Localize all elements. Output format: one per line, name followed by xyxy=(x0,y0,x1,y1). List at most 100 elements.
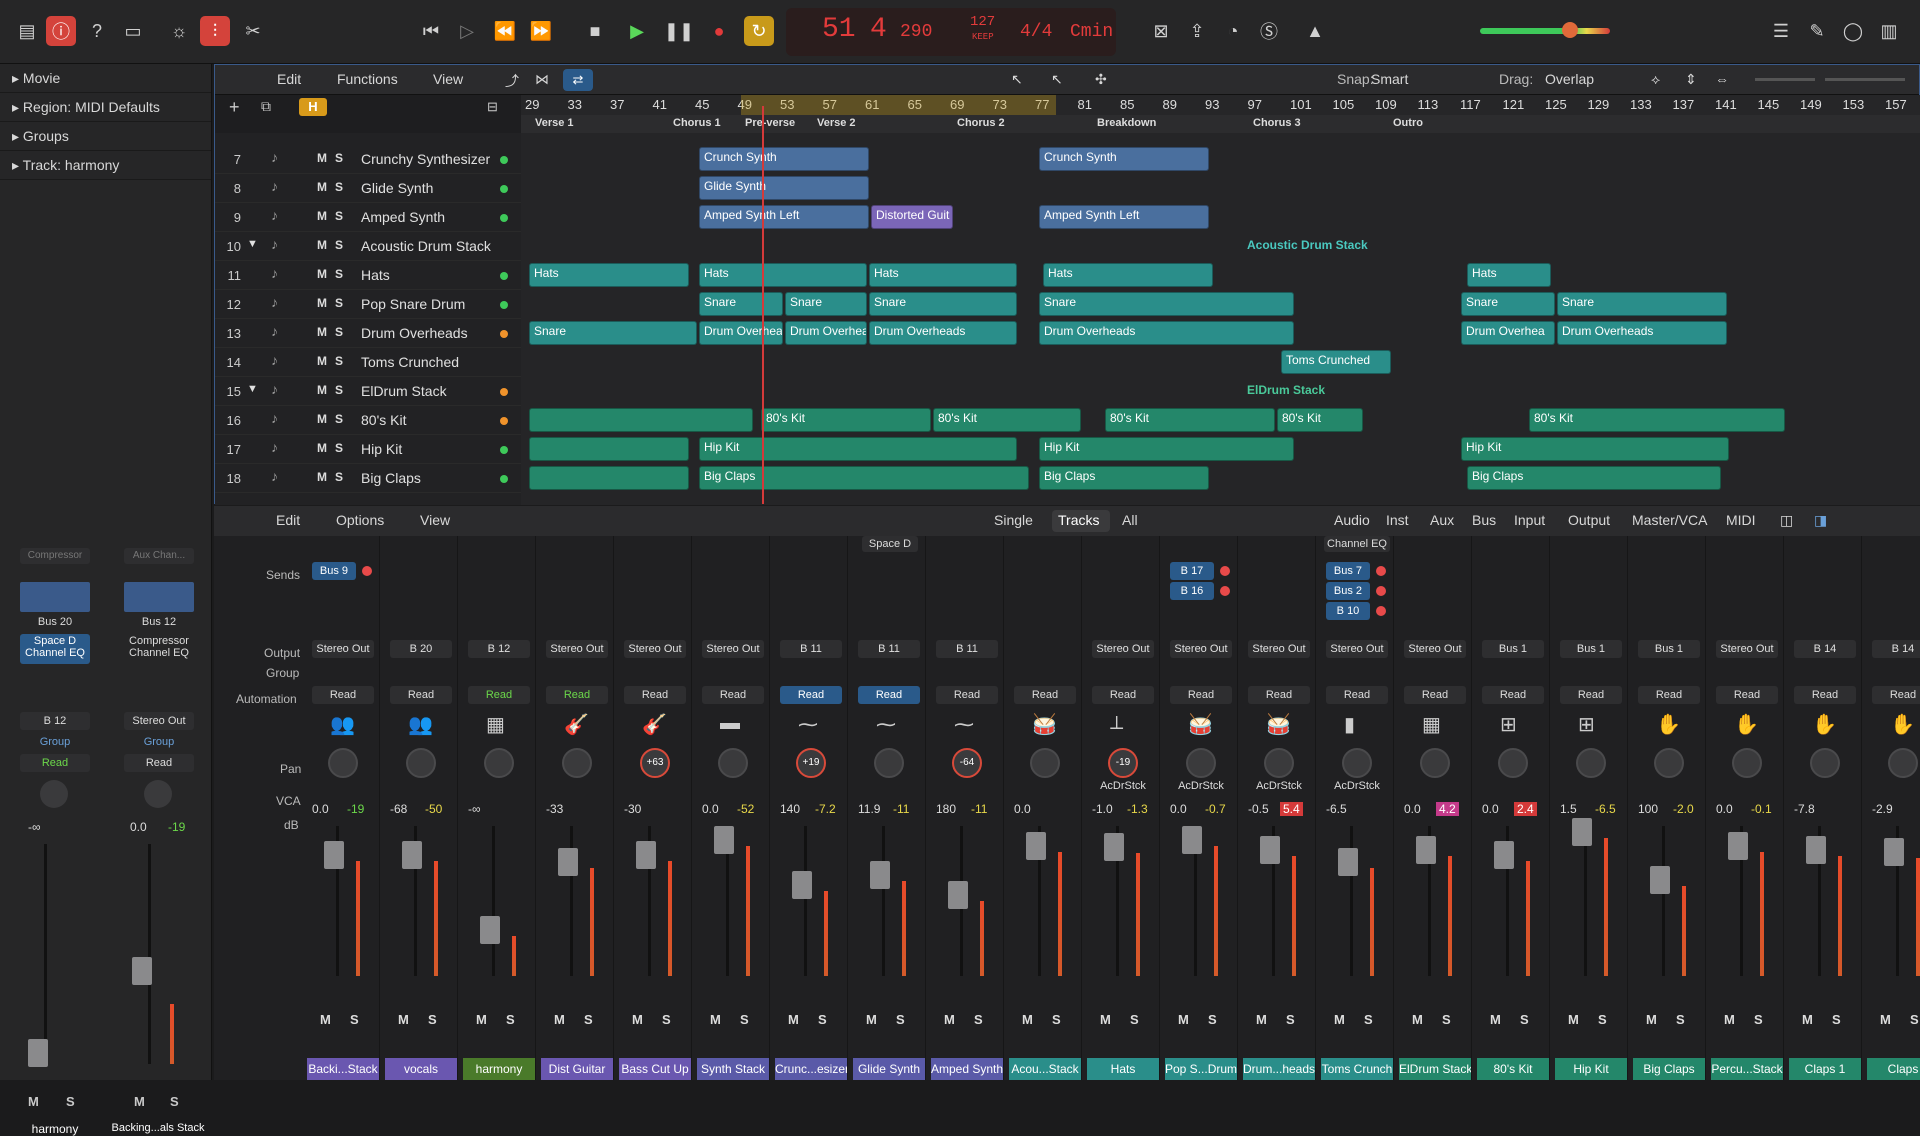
inspector-region[interactable]: ▸ Region: MIDI Defaults xyxy=(0,93,211,122)
automation-mode[interactable]: Read xyxy=(1638,686,1700,704)
channel-name[interactable]: ElDrum Stack xyxy=(1399,1058,1471,1080)
channel-name[interactable]: Hats xyxy=(1087,1058,1159,1080)
mute-button[interactable]: M xyxy=(317,267,327,281)
region[interactable]: Hats xyxy=(1467,263,1551,287)
region[interactable]: Crunch Synth xyxy=(699,147,869,171)
mute-button[interactable]: M xyxy=(317,412,327,426)
channel-name[interactable]: Crunc...esizer xyxy=(775,1058,847,1080)
marker[interactable]: Verse 2 xyxy=(817,117,856,129)
record-icon[interactable]: ● xyxy=(704,16,734,46)
inspector-strip2-fader[interactable] xyxy=(132,957,152,985)
mute-button[interactable]: M xyxy=(317,180,327,194)
mute-button[interactable]: M xyxy=(1334,1012,1345,1027)
metronome-icon[interactable]: ▲ xyxy=(1300,16,1330,46)
solo-button[interactable]: S xyxy=(896,1012,905,1027)
mute-button[interactable]: M xyxy=(317,238,327,252)
inspector-track[interactable]: ▸ Track: harmony xyxy=(0,151,211,180)
inspector-strip2-send[interactable]: Bus 12 xyxy=(124,616,194,628)
pan-knob[interactable]: +63 xyxy=(640,748,670,778)
region[interactable]: Big Claps xyxy=(699,466,1029,490)
output-slot[interactable]: Stereo Out xyxy=(702,640,764,658)
filter-output[interactable]: Output xyxy=(1568,512,1610,528)
automation-mode[interactable]: Read xyxy=(1326,686,1388,704)
solo-button[interactable]: S xyxy=(1442,1012,1451,1027)
bounce-icon[interactable]: ⇪ xyxy=(1182,16,1212,46)
play-icon[interactable]: ▶ xyxy=(622,16,652,46)
automation-mode[interactable]: Read xyxy=(1248,686,1310,704)
volume-fader[interactable] xyxy=(480,916,500,944)
playhead[interactable] xyxy=(762,106,764,504)
inspector-strip-plugins[interactable]: Space D Channel EQ xyxy=(20,634,90,664)
send-level-dot[interactable] xyxy=(1376,586,1386,596)
global-tracks-icon[interactable]: ⧉ xyxy=(261,98,271,115)
output-slot[interactable]: B 11 xyxy=(936,640,998,658)
inspector-strip2-solo[interactable]: S xyxy=(170,1094,179,1109)
solo-button[interactable]: S xyxy=(662,1012,671,1027)
automation-mode[interactable]: Read xyxy=(702,686,764,704)
automation-mode[interactable]: Read xyxy=(312,686,374,704)
mixer-wide-icon[interactable]: ◨ xyxy=(1814,512,1827,529)
rewind-icon[interactable]: ⏪ xyxy=(490,16,520,46)
inspector-strip-mute[interactable]: M xyxy=(28,1094,39,1109)
automation-mode[interactable]: Read xyxy=(1170,686,1232,704)
solo-button[interactable]: S xyxy=(1364,1012,1373,1027)
mute-button[interactable]: M xyxy=(1412,1012,1423,1027)
inspector-strip-setting[interactable]: Compressor xyxy=(20,548,90,564)
tracks-functions-menu[interactable]: Functions xyxy=(337,71,398,87)
vca-label[interactable]: AcDrStck xyxy=(1246,780,1312,792)
automation-mode[interactable]: Read xyxy=(858,686,920,704)
send-level-dot[interactable] xyxy=(1376,566,1386,576)
channel-name[interactable]: Big Claps xyxy=(1633,1058,1705,1080)
region[interactable]: Hats xyxy=(529,263,689,287)
region[interactable]: Drum Overhea xyxy=(699,321,783,345)
output-slot[interactable]: Stereo Out xyxy=(312,640,374,658)
region[interactable]: Drum Overheads xyxy=(1039,321,1294,345)
fast-forward-icon[interactable]: ⏩ xyxy=(526,16,556,46)
solo-button[interactable]: S xyxy=(335,296,343,310)
volume-fader[interactable] xyxy=(636,841,656,869)
stop-icon[interactable]: ■ xyxy=(580,16,610,46)
channel-name[interactable]: Toms Crunch xyxy=(1321,1058,1393,1080)
volume-fader[interactable] xyxy=(870,861,890,889)
horizontal-zoom-slider[interactable] xyxy=(1825,78,1905,81)
channel-name[interactable]: Backi...Stack xyxy=(307,1058,379,1080)
track-header[interactable]: 11 ♪ M S Hats xyxy=(215,261,521,290)
pan-knob[interactable] xyxy=(1342,748,1372,778)
region[interactable]: Big Claps xyxy=(1039,466,1209,490)
region[interactable]: Big Claps xyxy=(1467,466,1721,490)
editors-icon[interactable]: ✂ xyxy=(238,16,268,46)
count-in-icon[interactable]: ◔ xyxy=(1218,16,1248,46)
mute-button[interactable]: M xyxy=(317,209,327,223)
pan-knob[interactable] xyxy=(406,748,436,778)
pan-knob[interactable]: +19 xyxy=(796,748,826,778)
track-header[interactable]: 10 ▼ ♪ M S Acoustic Drum Stack xyxy=(215,232,521,261)
mixer-mode-tracks[interactable]: Tracks xyxy=(1058,512,1099,528)
channel-name[interactable]: Claps xyxy=(1867,1058,1920,1080)
track-header[interactable]: 17 ♪ M S Hip Kit xyxy=(215,435,521,464)
solo-button[interactable]: S xyxy=(584,1012,593,1027)
send-slot[interactable]: Bus 2 xyxy=(1326,582,1370,600)
tracks-view-menu[interactable]: View xyxy=(433,71,463,87)
smart-controls-icon[interactable]: ☼ xyxy=(164,16,194,46)
automation-mode[interactable]: Read xyxy=(780,686,842,704)
waveform-zoom-icon[interactable]: ⟡ xyxy=(1651,71,1660,88)
track-header[interactable]: 18 ♪ M S Big Claps xyxy=(215,464,521,493)
inspector-strip2-plugins[interactable]: Compressor Channel EQ xyxy=(124,634,194,664)
flex-icon[interactable]: ⋈ xyxy=(535,71,549,88)
output-slot[interactable]: B 11 xyxy=(780,640,842,658)
channel-name[interactable]: Pop S...Drum xyxy=(1165,1058,1237,1080)
channel-name[interactable]: Hip Kit xyxy=(1555,1058,1627,1080)
region[interactable]: Toms Crunched xyxy=(1281,350,1391,374)
play-from-selection-icon[interactable]: ▷ xyxy=(452,16,482,46)
vca-label[interactable]: AcDrStck xyxy=(1168,780,1234,792)
solo-button[interactable]: S xyxy=(1208,1012,1217,1027)
drag-select[interactable]: Overlap xyxy=(1545,71,1594,87)
track-header[interactable]: 12 ♪ M S Pop Snare Drum xyxy=(215,290,521,319)
mute-button[interactable]: M xyxy=(710,1012,721,1027)
volume-fader[interactable] xyxy=(402,841,422,869)
output-slot[interactable]: Stereo Out xyxy=(1092,640,1154,658)
region[interactable]: Hip Kit xyxy=(1461,437,1729,461)
track-header[interactable]: 8 ♪ M S Glide Synth xyxy=(215,174,521,203)
pan-knob[interactable] xyxy=(1576,748,1606,778)
pan-knob[interactable]: -19 xyxy=(1108,748,1138,778)
